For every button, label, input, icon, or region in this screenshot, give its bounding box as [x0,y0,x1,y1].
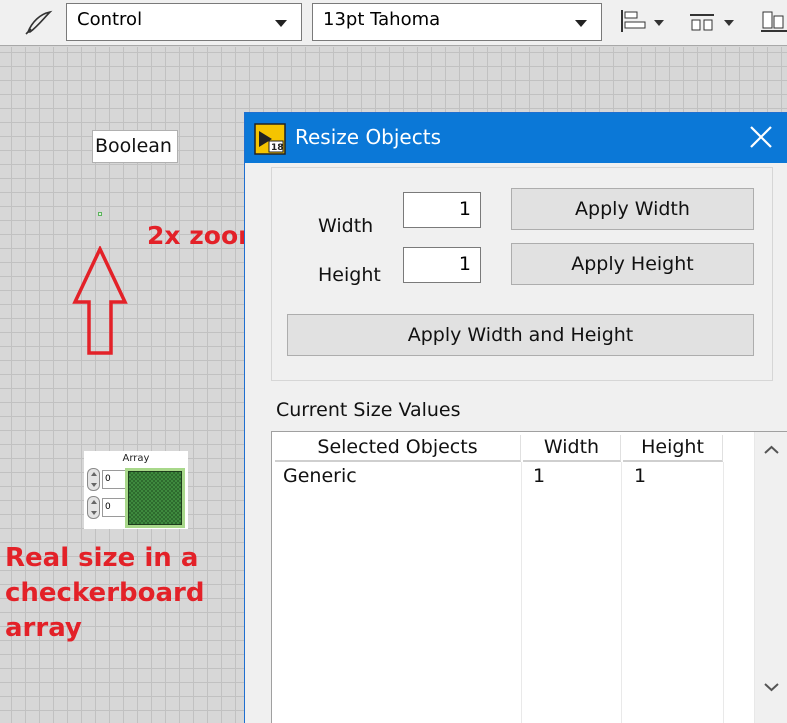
dialog-title: Resize Objects [295,125,441,149]
column-header-width[interactable]: Width [523,435,621,462]
table-cell-width[interactable]: 1 [533,465,545,487]
checkerboard-element [128,471,182,525]
column-separator [621,462,622,723]
labview-vi-icon: 18 [254,123,286,155]
chevron-down-icon [575,20,587,27]
array-index-2[interactable]: 0 [87,496,127,519]
resize-objects-icon[interactable] [760,8,787,36]
pen-tool-icon[interactable] [22,8,54,36]
dialog-title-bar[interactable]: 18 Resize Objects [245,113,787,163]
apply-width-button[interactable]: Apply Width [511,188,754,230]
array-label: Array [122,453,150,464]
height-label: Height [318,264,381,286]
style-dropdown[interactable]: Control [66,3,302,41]
scroll-down-icon[interactable] [764,682,779,692]
height-input[interactable]: 1 [403,247,481,283]
scroll-up-icon[interactable] [764,445,779,455]
size-values-table[interactable]: Selected Objects Width Height Generic 1 … [271,431,787,723]
distribute-objects-icon[interactable] [688,8,738,36]
svg-text:18: 18 [271,143,284,153]
real-size-annotation-line-3: array [5,613,82,643]
width-input[interactable]: 1 [403,192,481,228]
column-header-height[interactable]: Height [623,435,723,462]
toolbar: Control 13pt Tahoma [0,0,787,46]
table-cell-height[interactable]: 1 [634,465,646,487]
array-index-1-value[interactable]: 0 [102,470,126,489]
boolean-control-label[interactable]: Boolean [92,130,178,163]
spinner-icon[interactable] [87,468,100,491]
vertical-scrollbar[interactable] [754,432,787,723]
apply-width-and-height-button[interactable]: Apply Width and Height [287,314,754,356]
font-dropdown-value: 13pt Tahoma [323,9,441,30]
chevron-down-icon [275,20,287,27]
array-index-1[interactable]: 0 [87,468,127,491]
font-dropdown[interactable]: 13pt Tahoma [312,3,602,41]
array-index-2-value[interactable]: 0 [102,498,126,517]
apply-height-button[interactable]: Apply Height [511,243,754,285]
resize-objects-dialog: 18 Resize Objects Width 1 Apply Width He… [244,112,787,723]
spinner-icon[interactable] [87,496,100,519]
arrow-up-icon [72,246,128,355]
array-control[interactable]: Array 0 0 [84,451,188,529]
table-cell-object[interactable]: Generic [283,465,357,487]
real-size-annotation-line-2: checkerboard [5,578,205,608]
real-size-annotation-line-1: Real size in a [5,543,199,573]
real-size-annotation: Real size in a checkerboard array [5,541,204,646]
column-separator [521,462,522,723]
align-objects-icon[interactable] [618,8,668,36]
column-separator [723,462,724,723]
current-size-values-label: Current Size Values [276,399,461,421]
size-settings-group: Width 1 Apply Width Height 1 Apply Heigh… [271,167,773,381]
boolean-control[interactable] [98,212,102,216]
width-label: Width [318,215,374,237]
array-element[interactable] [125,468,185,528]
style-dropdown-value: Control [77,9,143,30]
column-header-selected-objects[interactable]: Selected Objects [275,435,521,462]
close-icon[interactable] [743,121,779,155]
